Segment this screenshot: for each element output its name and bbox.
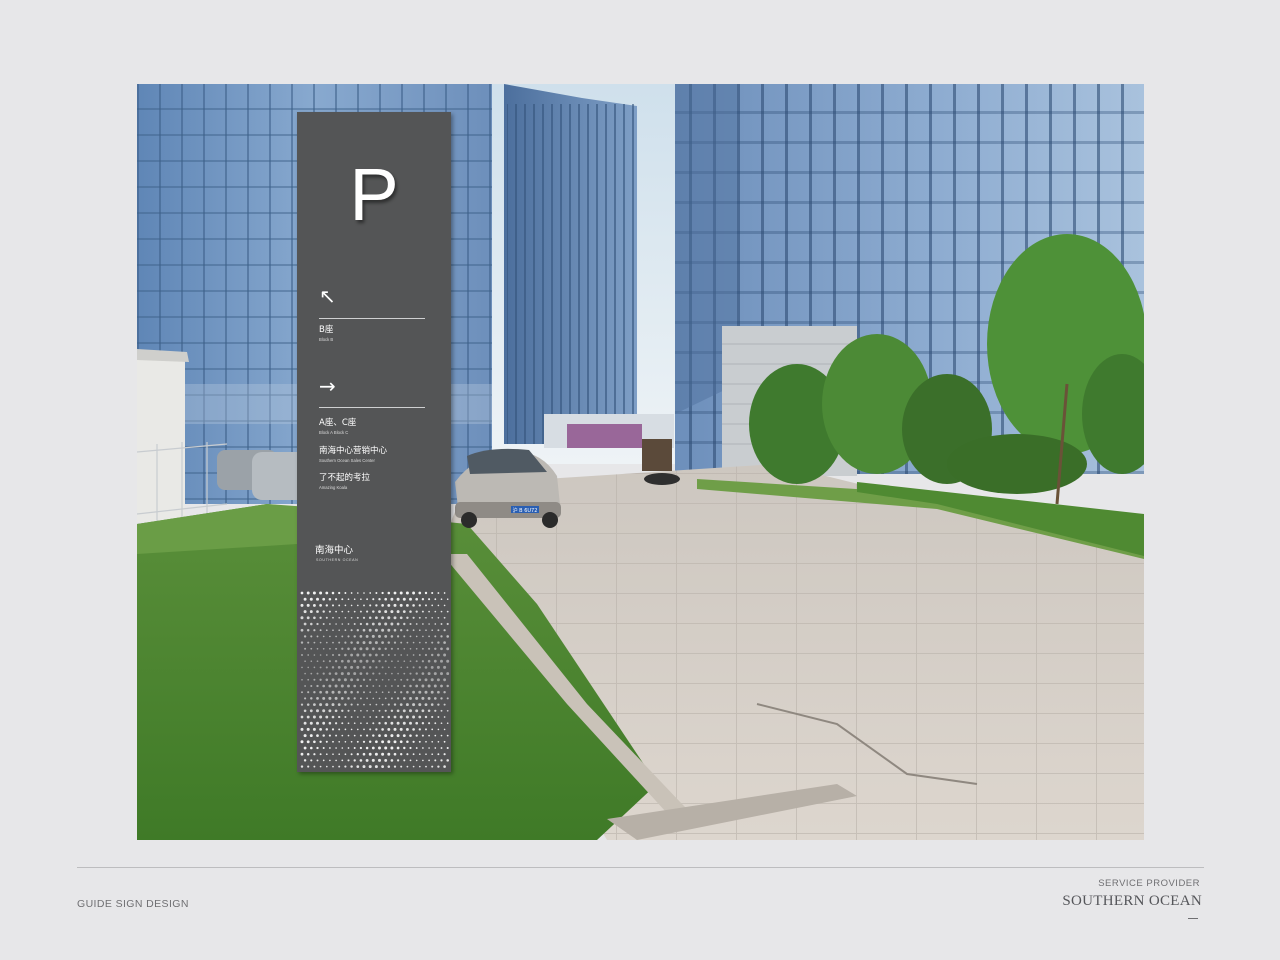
- destination-en: Block A Block C: [319, 430, 349, 435]
- destination-en: Block B: [319, 337, 334, 342]
- street-scene: 沪 B 6U72: [137, 84, 1144, 840]
- destination-zh: 了不起的考拉: [319, 473, 371, 483]
- parking-p-letter: P: [349, 153, 399, 236]
- footer-provider-label: SERVICE PROVIDER: [1098, 878, 1200, 889]
- footer-dash: [1188, 918, 1198, 919]
- footer-section-label: GUIDE SIGN DESIGN: [77, 898, 189, 910]
- brand-logo-en: SOUTHERN OCEAN: [316, 558, 359, 562]
- parking-guide-sign: P ↖ B座 Block B → A座、C座 Block A Block C 南…: [297, 112, 451, 772]
- destination-en: Southern Ocean Sales Center: [319, 458, 375, 463]
- arrow-up-left-icon: ↖: [319, 284, 336, 308]
- brand-logo-zh: 南海中心: [315, 545, 354, 556]
- footer-provider-name: SOUTHERN OCEAN: [1062, 893, 1202, 909]
- destination-zh: 南海中心营销中心: [319, 446, 388, 456]
- arrow-right-icon: →: [319, 374, 336, 398]
- divider: [319, 407, 425, 408]
- rendering-photo: 沪 B 6U72 P ↖ B座 Block B → A座、C座 Block A …: [137, 84, 1144, 840]
- destination-zh: B座: [319, 325, 334, 335]
- footer-divider: [77, 867, 1204, 868]
- destination-en: Amazing Koala: [319, 485, 348, 490]
- perforated-dot-panel: [300, 591, 450, 769]
- destination-zh: A座、C座: [319, 418, 357, 428]
- divider: [319, 318, 425, 319]
- license-plate: 沪 B 6U72: [513, 507, 538, 514]
